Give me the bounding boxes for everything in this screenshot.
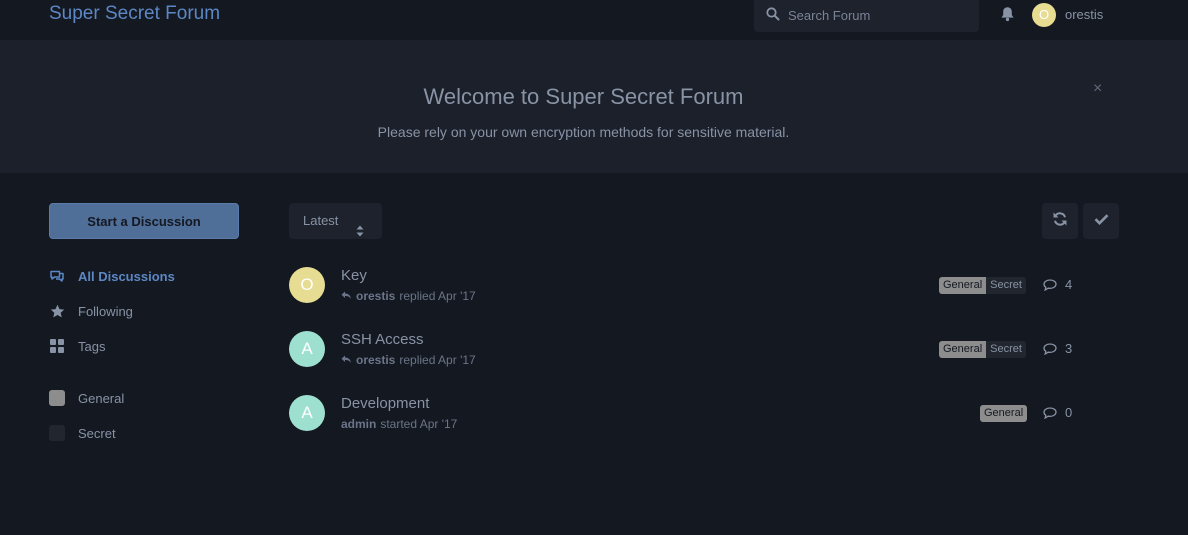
tag-color-swatch [49, 425, 65, 441]
reply-icon [341, 289, 352, 303]
nav-label: All Discussions [78, 268, 175, 284]
nav-tag-secret[interactable]: Secret [49, 423, 116, 443]
search-icon [766, 7, 780, 26]
check-icon [1094, 212, 1109, 230]
activity-text: started Apr '17 [380, 417, 458, 431]
discussion-title[interactable]: SSH Access [341, 331, 424, 348]
discussion-row[interactable]: A SSH Access orestis replied Apr '17 Gen… [289, 327, 1089, 371]
reply-count-value: 0 [1065, 405, 1073, 420]
author-avatar[interactable]: A [289, 331, 325, 367]
reply-count: 0 [1043, 405, 1072, 420]
reply-count: 3 [1043, 341, 1072, 356]
comments-icon [49, 268, 65, 284]
discussion-tags: General [980, 405, 1028, 422]
comment-icon [1043, 278, 1057, 291]
tag-badge-general[interactable]: General [939, 341, 987, 358]
tag-badge-secret[interactable]: Secret [986, 341, 1026, 358]
reply-count-value: 3 [1065, 341, 1073, 356]
discussion-title[interactable]: Key [341, 267, 367, 284]
reply-count: 4 [1043, 277, 1072, 292]
nav-label: Following [78, 303, 133, 319]
search-box[interactable] [754, 0, 979, 32]
author-name[interactable]: admin [341, 417, 376, 431]
welcome-hero: Welcome to Super Secret Forum Please rel… [0, 40, 1188, 173]
nav-tag-general[interactable]: General [49, 388, 124, 408]
nav-all-discussions[interactable]: All Discussions [49, 266, 175, 286]
author-name[interactable]: orestis [356, 289, 395, 303]
user-menu-name[interactable]: orestis [1065, 7, 1103, 22]
activity-text: replied Apr '17 [399, 353, 476, 367]
star-icon [49, 303, 65, 319]
author-avatar[interactable]: O [289, 267, 325, 303]
reply-count-value: 4 [1065, 277, 1073, 292]
author-avatar[interactable]: A [289, 395, 325, 431]
nav-tags[interactable]: Tags [49, 336, 105, 356]
hero-subtitle: Please rely on your own encryption metho… [377, 124, 790, 140]
discussion-meta: orestis replied Apr '17 [341, 289, 476, 303]
refresh-button[interactable] [1042, 203, 1078, 239]
comment-icon [1043, 342, 1057, 355]
hero-title: Welcome to Super Secret Forum [423, 84, 744, 109]
tag-badge-secret[interactable]: Secret [986, 277, 1026, 294]
notifications-bell-icon[interactable] [1000, 6, 1015, 27]
tags-grid-icon [49, 338, 65, 354]
tag-badge-general[interactable]: General [939, 277, 987, 294]
refresh-icon [1052, 211, 1068, 232]
discussion-meta: orestis replied Apr '17 [341, 353, 476, 367]
header: Super Secret Forum O orestis [0, 0, 1188, 40]
nav-label: Tags [78, 338, 106, 354]
sort-dropdown[interactable]: Latest [289, 203, 382, 239]
reply-icon [341, 353, 352, 367]
author-name[interactable]: orestis [356, 353, 395, 367]
nav-following[interactable]: Following [49, 301, 133, 321]
discussion-row[interactable]: A Development admin started Apr '17 Gene… [289, 391, 1089, 435]
discussion-tags: General Secret [939, 341, 1026, 358]
nav-label: Secret [78, 425, 116, 441]
discussion-row[interactable]: O Key orestis replied Apr '17 General Se… [289, 263, 1089, 307]
search-input[interactable] [788, 5, 968, 25]
user-avatar[interactable]: O [1032, 3, 1056, 27]
forum-brand-link[interactable]: Super Secret Forum [49, 3, 220, 25]
sort-caret-icon [356, 215, 364, 251]
mark-all-read-button[interactable] [1083, 203, 1119, 239]
tag-badge-general[interactable]: General [980, 405, 1028, 422]
discussion-title[interactable]: Development [341, 395, 429, 412]
sort-label: Latest [303, 213, 339, 228]
comment-icon [1043, 406, 1057, 419]
start-discussion-button[interactable]: Start a Discussion [49, 203, 239, 239]
activity-text: replied Apr '17 [399, 289, 476, 303]
discussion-tags: General Secret [939, 277, 1026, 294]
discussion-meta: admin started Apr '17 [341, 417, 457, 431]
tag-color-swatch [49, 390, 65, 406]
nav-label: General [78, 390, 125, 406]
close-icon[interactable]: × [1093, 80, 1102, 98]
